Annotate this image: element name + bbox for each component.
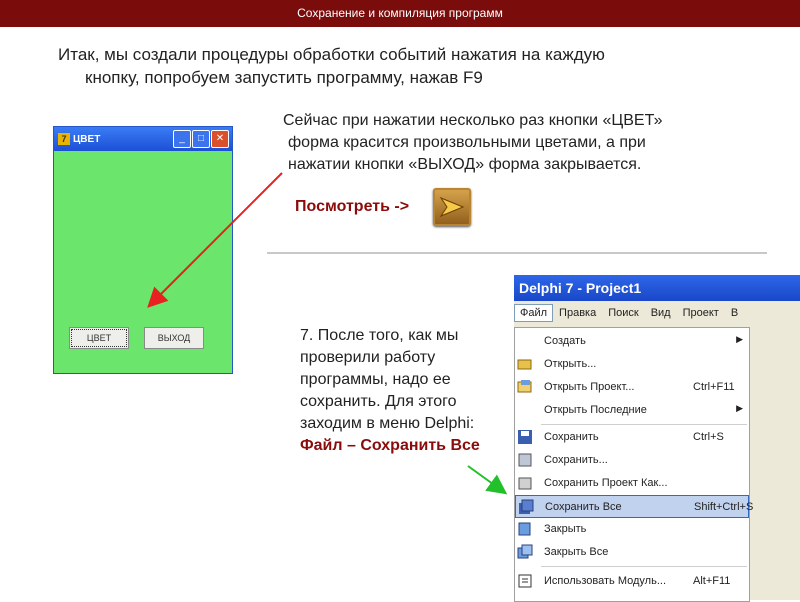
- submenu-arrow-icon: ▶: [736, 334, 743, 344]
- save-project-as-icon: [518, 477, 532, 490]
- delphi-menubar: Файл Правка Поиск Вид Проект В: [514, 301, 800, 325]
- use-unit-icon: [518, 574, 532, 588]
- step-body: 7. После того, как мы проверили работу п…: [300, 327, 475, 432]
- menu-item-reopen[interactable]: Открыть Последние ▶: [515, 399, 749, 422]
- close-all-icon: [517, 544, 533, 559]
- close-file-icon: [518, 522, 531, 536]
- menu-item-close-all[interactable]: Закрыть Все: [515, 541, 749, 564]
- open-project-icon: [517, 380, 532, 393]
- menu-item-save-all[interactable]: Сохранить Все Shift+Ctrl+S: [515, 495, 753, 518]
- menu-separator: [541, 566, 747, 567]
- menu-project[interactable]: Проект: [677, 307, 725, 319]
- submenu-arrow-icon: ▶: [736, 403, 743, 413]
- delphi-title: Delphi 7 - Project1: [514, 275, 800, 301]
- open-folder-icon: [517, 359, 532, 370]
- step-text: 7. После того, как мы проверили работу п…: [300, 325, 485, 457]
- menu-item-new[interactable]: Создать ▶: [515, 330, 749, 353]
- menu-item-close[interactable]: Закрыть: [515, 518, 749, 541]
- save-all-icon: [519, 499, 534, 514]
- menu-search[interactable]: Поиск: [602, 307, 644, 319]
- menu-more[interactable]: В: [725, 307, 744, 319]
- file-menu-dropdown: Создать ▶ Открыть... Открыть Проект... C…: [514, 327, 753, 602]
- menu-item-use-unit[interactable]: Использовать Модуль... Alt+F11: [515, 570, 749, 593]
- save-as-icon: [518, 453, 532, 467]
- red-arrow: [147, 172, 283, 308]
- menu-edit[interactable]: Правка: [553, 307, 602, 319]
- menu-item-save[interactable]: Сохранить Ctrl+S: [515, 426, 749, 449]
- menu-item-save-as[interactable]: Сохранить...: [515, 449, 749, 472]
- menu-view[interactable]: Вид: [645, 307, 677, 319]
- step-highlight: Файл – Сохранить Все: [300, 437, 480, 454]
- menu-item-save-project-as[interactable]: Сохранить Проект Как...: [515, 472, 749, 495]
- green-arrow: [467, 465, 508, 495]
- menu-file[interactable]: Файл: [514, 304, 554, 322]
- menu-item-open[interactable]: Открыть...: [515, 353, 749, 376]
- menu-separator: [541, 424, 747, 425]
- save-disk-icon: [518, 430, 532, 444]
- delphi-ide-window: Delphi 7 - Project1 Файл Правка Поиск Ви…: [514, 275, 800, 602]
- menu-item-open-project[interactable]: Открыть Проект... Ctrl+F11: [515, 376, 749, 399]
